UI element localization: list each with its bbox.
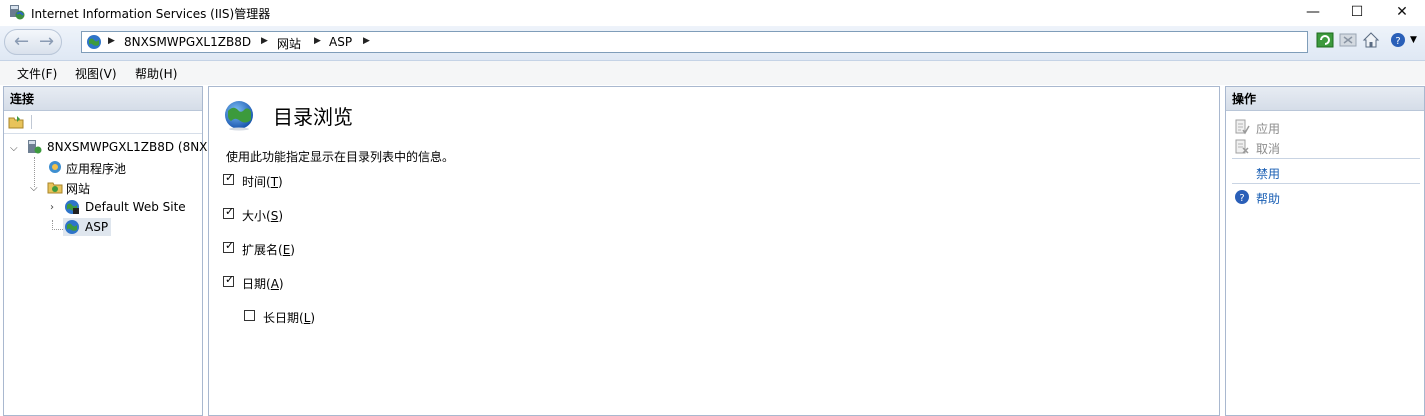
title-bar: Internet Information Services (IIS)管理器 —…	[0, 0, 1425, 26]
refresh-icon[interactable]	[1316, 31, 1334, 49]
stop-icon[interactable]	[1339, 31, 1357, 49]
breadcrumb-separator-icon: ▶	[363, 36, 370, 46]
checkmark-icon: ✓	[225, 239, 235, 252]
breadcrumb-sites[interactable]: 网站	[277, 35, 301, 52]
svg-text:?: ?	[1239, 193, 1244, 204]
extension-checkbox[interactable]: ✓	[223, 239, 235, 253]
apply-action[interactable]: 应用	[1234, 119, 1414, 137]
menu-file[interactable]: 文件(F)	[17, 65, 57, 82]
option-label: 长日期(L)	[263, 311, 316, 325]
actions-header: 操作	[1226, 87, 1424, 111]
menu-view[interactable]: 视图(V)	[75, 65, 117, 82]
option-label: 扩展名(E)	[242, 243, 295, 257]
forward-arrow-icon[interactable]: →	[39, 32, 54, 52]
tree-item-server[interactable]: 8NXSMWPGXL1ZB8D (8NX	[47, 140, 207, 154]
sites-folder-icon	[47, 182, 63, 194]
date-checkbox[interactable]: ✓	[223, 273, 235, 287]
back-forward-buttons[interactable]: ← →	[4, 29, 62, 55]
app-globe-icon	[65, 220, 79, 234]
chevron-down-icon[interactable]: ⌵	[30, 183, 38, 194]
actions-pane: 操作 应用 取消 禁用 ? 帮助	[1225, 86, 1425, 416]
tree-item-app-pools[interactable]: 应用程序池	[66, 160, 126, 177]
page-title: 目录浏览	[273, 105, 353, 129]
feature-description: 使用此功能指定显示在目录列表中的信息。	[226, 150, 455, 164]
disable-link[interactable]: 禁用	[1256, 165, 1280, 182]
help-action[interactable]: ? 帮助	[1234, 189, 1414, 207]
tree-item-sites[interactable]: 网站	[66, 180, 90, 197]
breadcrumb-separator-icon: ▶	[261, 36, 268, 46]
tree-item-default-web-site[interactable]: Default Web Site	[85, 200, 186, 214]
option-label: 日期(A)	[242, 277, 284, 291]
time-checkbox[interactable]: ✓	[223, 171, 235, 185]
help-link[interactable]: 帮助	[1256, 190, 1280, 207]
menu-help[interactable]: 帮助(H)	[135, 65, 177, 82]
cancel-icon	[1235, 139, 1249, 154]
breadcrumb-server[interactable]: 8NXSMWPGXL1ZB8D	[124, 35, 251, 49]
option-label: 时间(T)	[242, 175, 283, 189]
maximize-button[interactable]: ☐	[1334, 0, 1380, 26]
chevron-down-icon[interactable]: ▼	[1410, 35, 1417, 45]
breadcrumb-separator-icon: ▶	[314, 36, 321, 46]
website-globe-icon	[65, 200, 79, 214]
chevron-down-icon[interactable]: ⌵	[10, 143, 18, 154]
server-icon	[28, 140, 42, 154]
navigation-bar: ← → ▶ 8NXSMWPGXL1ZB8D ▶ 网站 ▶ ASP ▶ ? ▼	[0, 26, 1425, 61]
svg-text:?: ?	[1395, 36, 1400, 47]
breadcrumb-separator-icon: ▶	[108, 36, 115, 46]
apply-label: 应用	[1256, 122, 1281, 136]
close-button[interactable]: ✕	[1379, 0, 1425, 26]
iis-manager-icon	[10, 5, 25, 20]
divider	[1232, 158, 1420, 159]
cancel-label: 取消	[1256, 142, 1281, 156]
globe-icon	[225, 101, 253, 131]
help-icon: ?	[1235, 190, 1249, 204]
app-pool-icon	[49, 161, 61, 173]
toolbar-divider	[31, 115, 32, 129]
help-dropdown-icon[interactable]: ?	[1390, 31, 1408, 49]
chevron-right-icon[interactable]: ›	[50, 202, 54, 213]
disable-action[interactable]: 禁用	[1234, 164, 1414, 182]
apply-icon	[1235, 119, 1250, 135]
connect-folder-icon[interactable]	[8, 114, 24, 130]
minimize-button[interactable]: —	[1290, 0, 1336, 26]
connections-toolbar	[4, 111, 202, 134]
option-label: 大小(S)	[242, 209, 284, 223]
long-date-checkbox[interactable]	[244, 310, 255, 321]
back-arrow-icon[interactable]: ←	[14, 32, 29, 52]
checkmark-icon: ✓	[225, 171, 235, 184]
connections-pane: 连接 ⌵ 8NXSMWPGXL1ZB8D (8NX 应用程序池 ⌵ 网站 › D…	[3, 86, 207, 416]
cancel-action[interactable]: 取消	[1234, 139, 1414, 157]
breadcrumb-asp[interactable]: ASP	[329, 35, 352, 49]
globe-icon	[87, 35, 101, 49]
feature-pane: 目录浏览 使用此功能指定显示在目录列表中的信息。 ✓ 时间(T) ✓ 大小(S)…	[208, 86, 1220, 416]
size-checkbox[interactable]: ✓	[223, 205, 235, 219]
window-title: Internet Information Services (IIS)管理器	[31, 7, 271, 21]
checkmark-icon: ✓	[225, 205, 235, 218]
menu-bar: 文件(F) 视图(V) 帮助(H)	[0, 61, 1425, 85]
checkmark-icon: ✓	[225, 273, 235, 286]
divider	[1232, 183, 1420, 184]
tree-item-asp[interactable]: ASP	[85, 220, 108, 234]
connections-header: 连接	[4, 87, 202, 111]
tree-connector	[52, 220, 63, 230]
address-bar[interactable]: ▶ 8NXSMWPGXL1ZB8D ▶ 网站 ▶ ASP ▶	[81, 31, 1308, 53]
home-icon[interactable]	[1362, 31, 1380, 49]
